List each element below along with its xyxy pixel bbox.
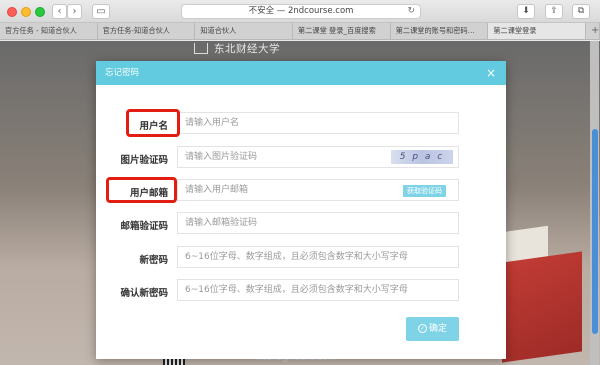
captcha-placeholder: 请输入图片验证码 bbox=[185, 152, 258, 162]
tab-6-active[interactable]: 第二课堂登录 bbox=[488, 23, 587, 39]
reload-icon[interactable]: ↻ bbox=[407, 5, 415, 18]
share-icon[interactable]: ⇪ bbox=[545, 4, 563, 19]
captcha-input[interactable]: 请输入图片验证码 5 p a c bbox=[177, 146, 459, 168]
email-code-input[interactable]: 请输入邮箱验证码 bbox=[177, 212, 459, 234]
address-bar[interactable]: 不安全 — 2ndcourse.com ↻ bbox=[181, 4, 421, 19]
email-highlight-box bbox=[106, 177, 177, 203]
tab-5[interactable]: 第二课堂的账号和密码… bbox=[391, 23, 489, 39]
address-text: 不安全 — 2ndcourse.com bbox=[248, 6, 354, 16]
get-code-button[interactable]: 获取验证码 bbox=[403, 185, 446, 197]
confirm-button[interactable]: ✓ 确定 bbox=[406, 317, 459, 341]
dialog-header: 忘记密码 × bbox=[96, 61, 506, 85]
tab-bar: 官方任务 - 知道合伙人 官方任务-知道合伙人 知道合伙人 第二课堂 登录_百度… bbox=[0, 23, 600, 40]
new-password-input[interactable]: 6~16位字母、数字组成，且必须包含数字和大小写字母 bbox=[177, 246, 459, 268]
close-window-button[interactable] bbox=[7, 7, 17, 17]
email-code-label: 邮箱验证码 bbox=[120, 221, 168, 232]
username-highlight-box bbox=[126, 109, 180, 137]
email-placeholder: 请输入用户邮箱 bbox=[185, 185, 249, 195]
confirm-password-label: 确认新密码 bbox=[120, 288, 168, 299]
tab-overview-icon[interactable]: ⧉ bbox=[572, 4, 590, 19]
email-input[interactable]: 请输入用户邮箱 获取验证码 bbox=[177, 179, 459, 201]
back-icon[interactable]: ‹ bbox=[52, 4, 67, 19]
download-icon[interactable]: ⬇ bbox=[517, 4, 535, 19]
minimize-window-button[interactable] bbox=[21, 7, 31, 17]
tab-1[interactable]: 官方任务 - 知道合伙人 bbox=[0, 23, 98, 39]
captcha-label: 图片验证码 bbox=[120, 155, 168, 166]
new-password-label: 新密码 bbox=[139, 255, 168, 266]
confirm-password-input[interactable]: 6~16位字母、数字组成，且必须包含数字和大小写字母 bbox=[177, 279, 459, 301]
tab-3[interactable]: 知道合伙人 bbox=[195, 23, 294, 39]
background-book-red bbox=[502, 251, 582, 363]
scrollbar-thumb[interactable] bbox=[592, 129, 598, 334]
close-icon[interactable]: × bbox=[486, 61, 496, 85]
tab-4[interactable]: 第二课堂 登录_百度搜索 bbox=[293, 23, 391, 39]
forward-icon[interactable]: › bbox=[67, 4, 82, 19]
check-circle-icon: ✓ bbox=[417, 324, 427, 333]
tab-2[interactable]: 官方任务-知道合伙人 bbox=[98, 23, 196, 39]
sidebar-toggle-icon[interactable]: ▭ bbox=[92, 4, 110, 19]
new-tab-icon[interactable]: + bbox=[586, 23, 600, 39]
forgot-password-dialog: 忘记密码 × 用户名 请输入用户名 图片验证码 请输入图片验证码 5 p a c… bbox=[96, 61, 506, 359]
browser-toolbar: ‹ › ▭ 不安全 — 2ndcourse.com ↻ ⬇ ⇪ ⧉ bbox=[0, 0, 600, 23]
captcha-image[interactable]: 5 p a c bbox=[391, 150, 453, 164]
university-logo-text: 东北财经大学 bbox=[214, 43, 280, 55]
username-input[interactable]: 请输入用户名 bbox=[177, 112, 459, 134]
confirm-button-label: 确定 bbox=[428, 324, 447, 334]
page-scrollbar[interactable] bbox=[590, 41, 599, 365]
dialog-title: 忘记密码 bbox=[105, 68, 140, 78]
university-logo-icon bbox=[194, 43, 208, 54]
zoom-window-button[interactable] bbox=[35, 7, 45, 17]
